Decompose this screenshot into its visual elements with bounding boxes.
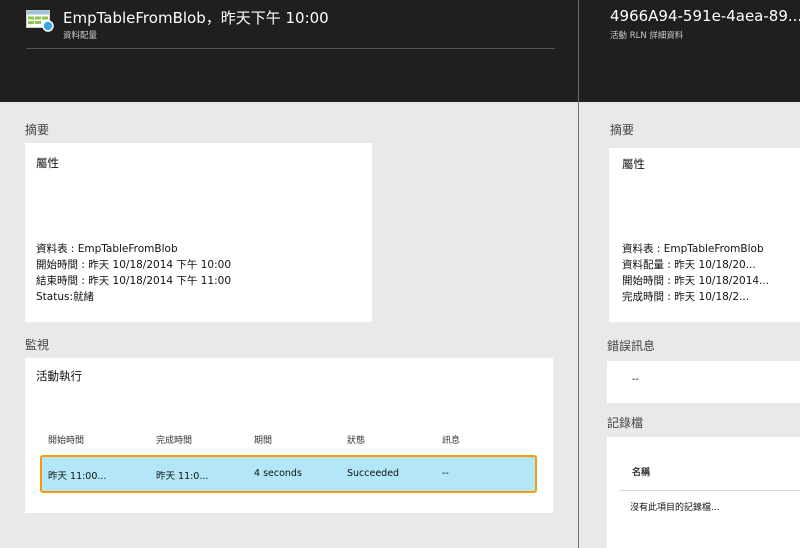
- header-divider: [26, 48, 555, 49]
- blade-subtitle: 資料配量: [63, 31, 98, 41]
- logs-divider: [620, 490, 800, 491]
- property-line: 開始時間 : 昨天 10/18/2014 下午 10:00: [36, 259, 232, 271]
- error-message-value: --: [632, 374, 639, 385]
- property-line: 開始時間 : 昨天 10/18/2014...: [622, 275, 770, 287]
- status-dot-icon: [42, 20, 54, 32]
- column-header-end-time[interactable]: 完成時間: [156, 433, 192, 446]
- errors-section-label: 錯誤訊息: [607, 339, 656, 353]
- property-line: 完成時間 : 昨天 10/18/2...: [622, 291, 750, 303]
- property-line: 資料表 : EmpTableFromBlob: [36, 243, 178, 255]
- cell-start-time: 昨天 11:00...: [48, 471, 107, 482]
- blade-data-slice: EmpTableFromBlob，昨天下午 10:00 資料配量 摘要 屬性 資…: [0, 0, 578, 548]
- cell-duration: 4 seconds: [254, 468, 302, 479]
- blade-activity-run-details: 4966A94-591e-4aea-89... 活動 RLN 詳細資料 摘要 屬…: [579, 0, 800, 548]
- log-files-tile[interactable]: 名稱 沒有此項目的記錄檔...: [607, 437, 800, 548]
- blade-header: EmpTableFromBlob，昨天下午 10:00 資料配量: [0, 0, 578, 102]
- table-icon: [26, 10, 54, 32]
- properties-tile[interactable]: 屬性 資料表 : EmpTableFromBlob 開始時間 : 昨天 10/1…: [25, 143, 372, 322]
- column-header-status[interactable]: 狀態: [347, 433, 365, 446]
- activity-runs-title: 活動執行: [36, 369, 82, 383]
- summary-section-label: 摘要: [25, 123, 50, 137]
- cell-end-time: 昨天 11:0...: [156, 471, 209, 482]
- blade-title: EmpTableFromBlob，昨天下午 10:00: [63, 9, 329, 27]
- properties-title: 屬性: [622, 157, 645, 171]
- summary-section-label: 摘要: [610, 123, 635, 137]
- column-header-start-time[interactable]: 開始時間: [48, 433, 84, 446]
- blade-title: 4966A94-591e-4aea-89...: [610, 7, 800, 25]
- error-message-tile[interactable]: --: [607, 361, 800, 403]
- logs-section-label: 記錄檔: [607, 416, 644, 430]
- property-line: 資料表 : EmpTableFromBlob: [622, 243, 764, 255]
- column-header-duration[interactable]: 期間: [254, 433, 272, 446]
- property-line: 資料配量 : 昨天 10/18/20...: [622, 259, 756, 271]
- property-line: Status:就緒: [36, 291, 94, 303]
- logs-empty-message: 沒有此項目的記錄檔...: [630, 503, 720, 513]
- property-line: 結束時間 : 昨天 10/18/2014 下午 11:00: [36, 275, 232, 287]
- blade-header: 4966A94-591e-4aea-89... 活動 RLN 詳細資料: [579, 0, 800, 102]
- column-header-message[interactable]: 訊息: [442, 433, 460, 446]
- monitor-section-label: 監視: [25, 338, 50, 352]
- blade-subtitle: 活動 RLN 詳細資料: [610, 31, 684, 41]
- logs-column-header[interactable]: 名稱: [632, 465, 650, 478]
- cell-status: Succeeded: [347, 468, 400, 479]
- cell-message: --: [442, 468, 449, 479]
- properties-title: 屬性: [36, 156, 59, 170]
- properties-tile[interactable]: 屬性 資料表 : EmpTableFromBlob 資料配量 : 昨天 10/1…: [609, 148, 800, 322]
